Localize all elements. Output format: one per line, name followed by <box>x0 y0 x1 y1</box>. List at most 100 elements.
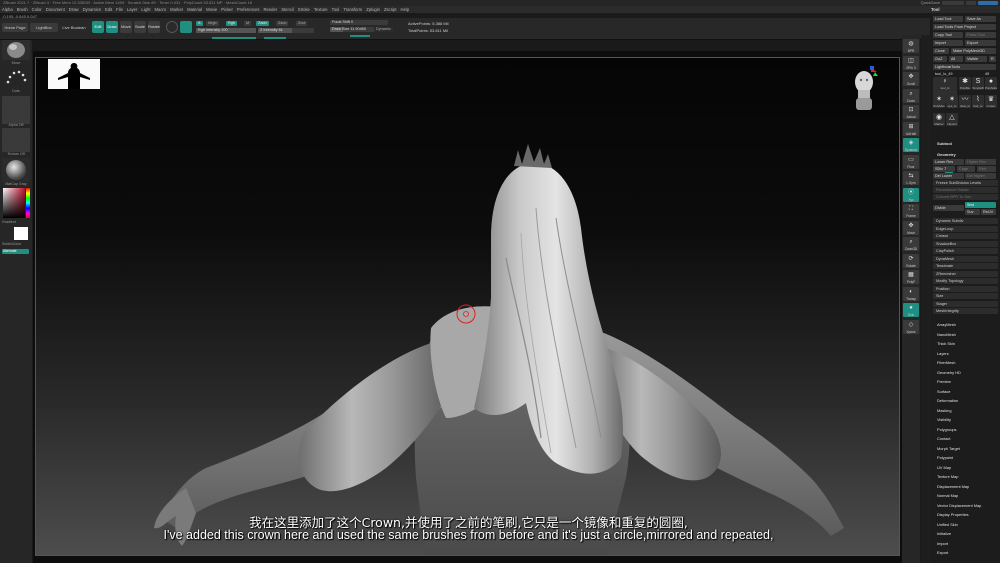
menu-document[interactable]: Document <box>46 6 65 13</box>
goz-button[interactable]: GoZ <box>933 56 947 62</box>
dynamic-toggle[interactable]: Dynamic <box>374 27 393 32</box>
visible-button[interactable]: Visible <box>965 56 987 62</box>
menu-layer[interactable]: Layer <box>127 6 137 13</box>
draw-button[interactable]: Draw <box>106 21 118 33</box>
convert-bpr-button[interactable]: Convert BPR To Geo <box>933 194 998 200</box>
smt-toggle[interactable]: Smt <box>965 202 996 208</box>
navigation-head-icon[interactable] <box>849 66 879 112</box>
menu-marker[interactable]: Marker <box>170 6 183 13</box>
tool-thumb-hipoint[interactable]: △ Hipoint <box>946 113 958 126</box>
import-button[interactable]: Import <box>933 40 963 46</box>
tool-palette-title[interactable]: Tool <box>931 6 940 13</box>
section-contact[interactable]: Contact <box>937 436 950 441</box>
freeze-subdivision-button[interactable]: Freeze SubDivision Levels <box>933 180 998 186</box>
brush-thumbnail[interactable] <box>2 40 30 60</box>
geometry-dynamesh-subpalette[interactable]: DynaMesh <box>933 255 998 262</box>
section-normal-map[interactable]: Normal Map <box>937 493 958 498</box>
copy-tool-button[interactable]: Copy Tool <box>933 32 963 38</box>
lightbox-button[interactable]: LightBox <box>30 23 58 32</box>
right-shelf-actual-button[interactable]: ⊡ Actual <box>903 105 919 119</box>
geometry-size-subpalette[interactable]: Size <box>933 293 998 299</box>
menu-brush[interactable]: Brush <box>17 6 28 13</box>
make-polymesh-button[interactable]: Make PolyMesh3D <box>951 48 996 54</box>
menu-macro[interactable]: Macro <box>155 6 167 13</box>
menu-help[interactable]: Help <box>401 6 410 13</box>
tool-thumb-polysphe[interactable]: ● PolySphe <box>985 77 997 90</box>
section-vector-displacement-map[interactable]: Vector Displacement Map <box>937 503 981 508</box>
divide-button[interactable]: Divide <box>933 205 964 211</box>
geometry-stager-subpalette[interactable]: Stager <box>933 300 998 307</box>
menu-light[interactable]: Light <box>141 6 150 13</box>
right-scrollbar[interactable] <box>921 35 931 563</box>
right-shelf-xyz-button[interactable]: ⦿ Xyz <box>903 187 919 202</box>
reconstruct-subdiv-button[interactable]: Reconstruct Subdiv <box>933 187 998 193</box>
texture-thumbnail[interactable] <box>2 128 30 152</box>
alpha-thumbnail[interactable] <box>2 96 30 124</box>
section-import[interactable]: Import <box>937 541 948 546</box>
rotate-button[interactable]: Rotate <box>148 21 160 33</box>
live-boolean-button[interactable]: Live Boolean <box>60 23 88 32</box>
section-polygroups[interactable]: Polygroups <box>937 427 956 432</box>
section-visibility[interactable]: Visibility <box>937 417 951 422</box>
rgb-intensity-slider[interactable]: Rgb Intensity 100 <box>196 28 256 33</box>
rstr-button[interactable]: Rstr <box>977 166 996 172</box>
tool-thumb-eye_lo[interactable]: ✶ eye_lo <box>946 95 958 108</box>
right-shelf-spix-3-button[interactable]: ◫ SPix 3 <box>903 55 919 70</box>
section-deformation[interactable]: Deformation <box>937 398 958 403</box>
m-toggle[interactable]: M <box>244 21 252 26</box>
zcut-toggle[interactable]: Zcut <box>296 21 308 26</box>
right-shelf-rotate-button[interactable]: ⟳ Rotate <box>903 253 919 268</box>
section-thick-skin[interactable]: Thick Skin <box>937 341 955 346</box>
paste-tool-button[interactable]: Paste Tool <box>965 32 996 38</box>
mrgb-toggle[interactable]: Mrgb <box>206 21 219 26</box>
color-picker[interactable] <box>3 188 30 218</box>
reuv-button[interactable]: ReUV <box>981 209 996 215</box>
menu-picker[interactable]: Picker <box>221 6 233 13</box>
right-shelf-polyf-button[interactable]: ▦ PolyF <box>903 270 919 284</box>
edit-button[interactable]: Edit <box>92 21 104 33</box>
switch-color-button[interactable]: SwitchColor <box>0 242 32 246</box>
geometry-position-subpalette[interactable]: Position <box>933 285 998 292</box>
menu-alpha[interactable]: Alpha <box>2 6 13 13</box>
section-preview[interactable]: Preview <box>937 379 951 384</box>
right-shelf-zoom-button[interactable]: ⌕ Zoom <box>903 88 919 103</box>
menu-color[interactable]: Color <box>32 6 42 13</box>
right-shelf-dynamic-persp-button[interactable]: ◈ Dynamic Persp <box>903 138 919 152</box>
menu-stroke[interactable]: Stroke <box>298 6 310 13</box>
stroke-thumbnail[interactable] <box>2 66 30 88</box>
geometry-shadowbox-subpalette[interactable]: ShadowBox <box>933 240 998 247</box>
geometry-meshintegrity-subpalette[interactable]: MeshIntegrity <box>933 308 998 314</box>
tool-thumb-marker[interactable]: ◉ Marker <box>933 113 945 126</box>
lower-res-button[interactable]: Lower Res <box>933 159 964 165</box>
section-masking[interactable]: Masking <box>937 408 952 413</box>
clone-button[interactable]: Clone <box>933 48 949 54</box>
see-through-slider[interactable] <box>942 1 964 5</box>
menu-zscript[interactable]: Zscript <box>384 6 397 13</box>
section-polypaint[interactable]: Polypaint <box>937 455 953 460</box>
geometry-tessimate-subpalette[interactable]: Tessimate <box>933 263 998 269</box>
all-button[interactable]: All <box>949 56 963 62</box>
viewport[interactable]: 我在这里添加了这个Crown,并使用了之前的笔刷,它只是一个镜像和重复的圆圈, … <box>35 57 900 556</box>
material-thumbnail[interactable] <box>2 158 30 182</box>
section-arraymesh[interactable]: ArrayMesh <box>937 322 956 327</box>
geometry-modify-topology-subpalette[interactable]: Modify Topology <box>933 278 998 284</box>
right-shelf-aahalf-button[interactable]: ⊞ AAHalf <box>903 121 919 136</box>
r-button[interactable]: R <box>989 56 996 62</box>
move-button[interactable]: Move <box>120 21 132 33</box>
alternate-button[interactable]: Alternate <box>2 249 29 254</box>
section-fibermesh[interactable]: FiberMesh <box>937 360 955 365</box>
right-shelf-zoom3d-button[interactable]: ⌕ Zoom3D <box>903 237 919 251</box>
load-tool-button[interactable]: Load Tool <box>933 16 963 22</box>
geometry-section[interactable]: Geometry <box>937 152 956 157</box>
section-morph-target[interactable]: Morph Target <box>937 446 960 451</box>
export-button[interactable]: Export <box>965 40 996 46</box>
section-geometry-hd[interactable]: Geometry HD <box>937 370 961 375</box>
geometry-edgeloop-subpalette[interactable]: EdgeLoop <box>933 225 998 232</box>
menu-material[interactable]: Material <box>187 6 202 13</box>
zsub-toggle[interactable]: Zsub <box>276 21 289 26</box>
menu-tool[interactable]: Tool <box>332 6 340 13</box>
menu-render[interactable]: Render <box>263 6 277 13</box>
section-layers[interactable]: Layers <box>937 351 949 356</box>
a-toggle[interactable]: A <box>196 21 203 26</box>
section-unified-skin[interactable]: Unified Skin <box>937 522 958 527</box>
